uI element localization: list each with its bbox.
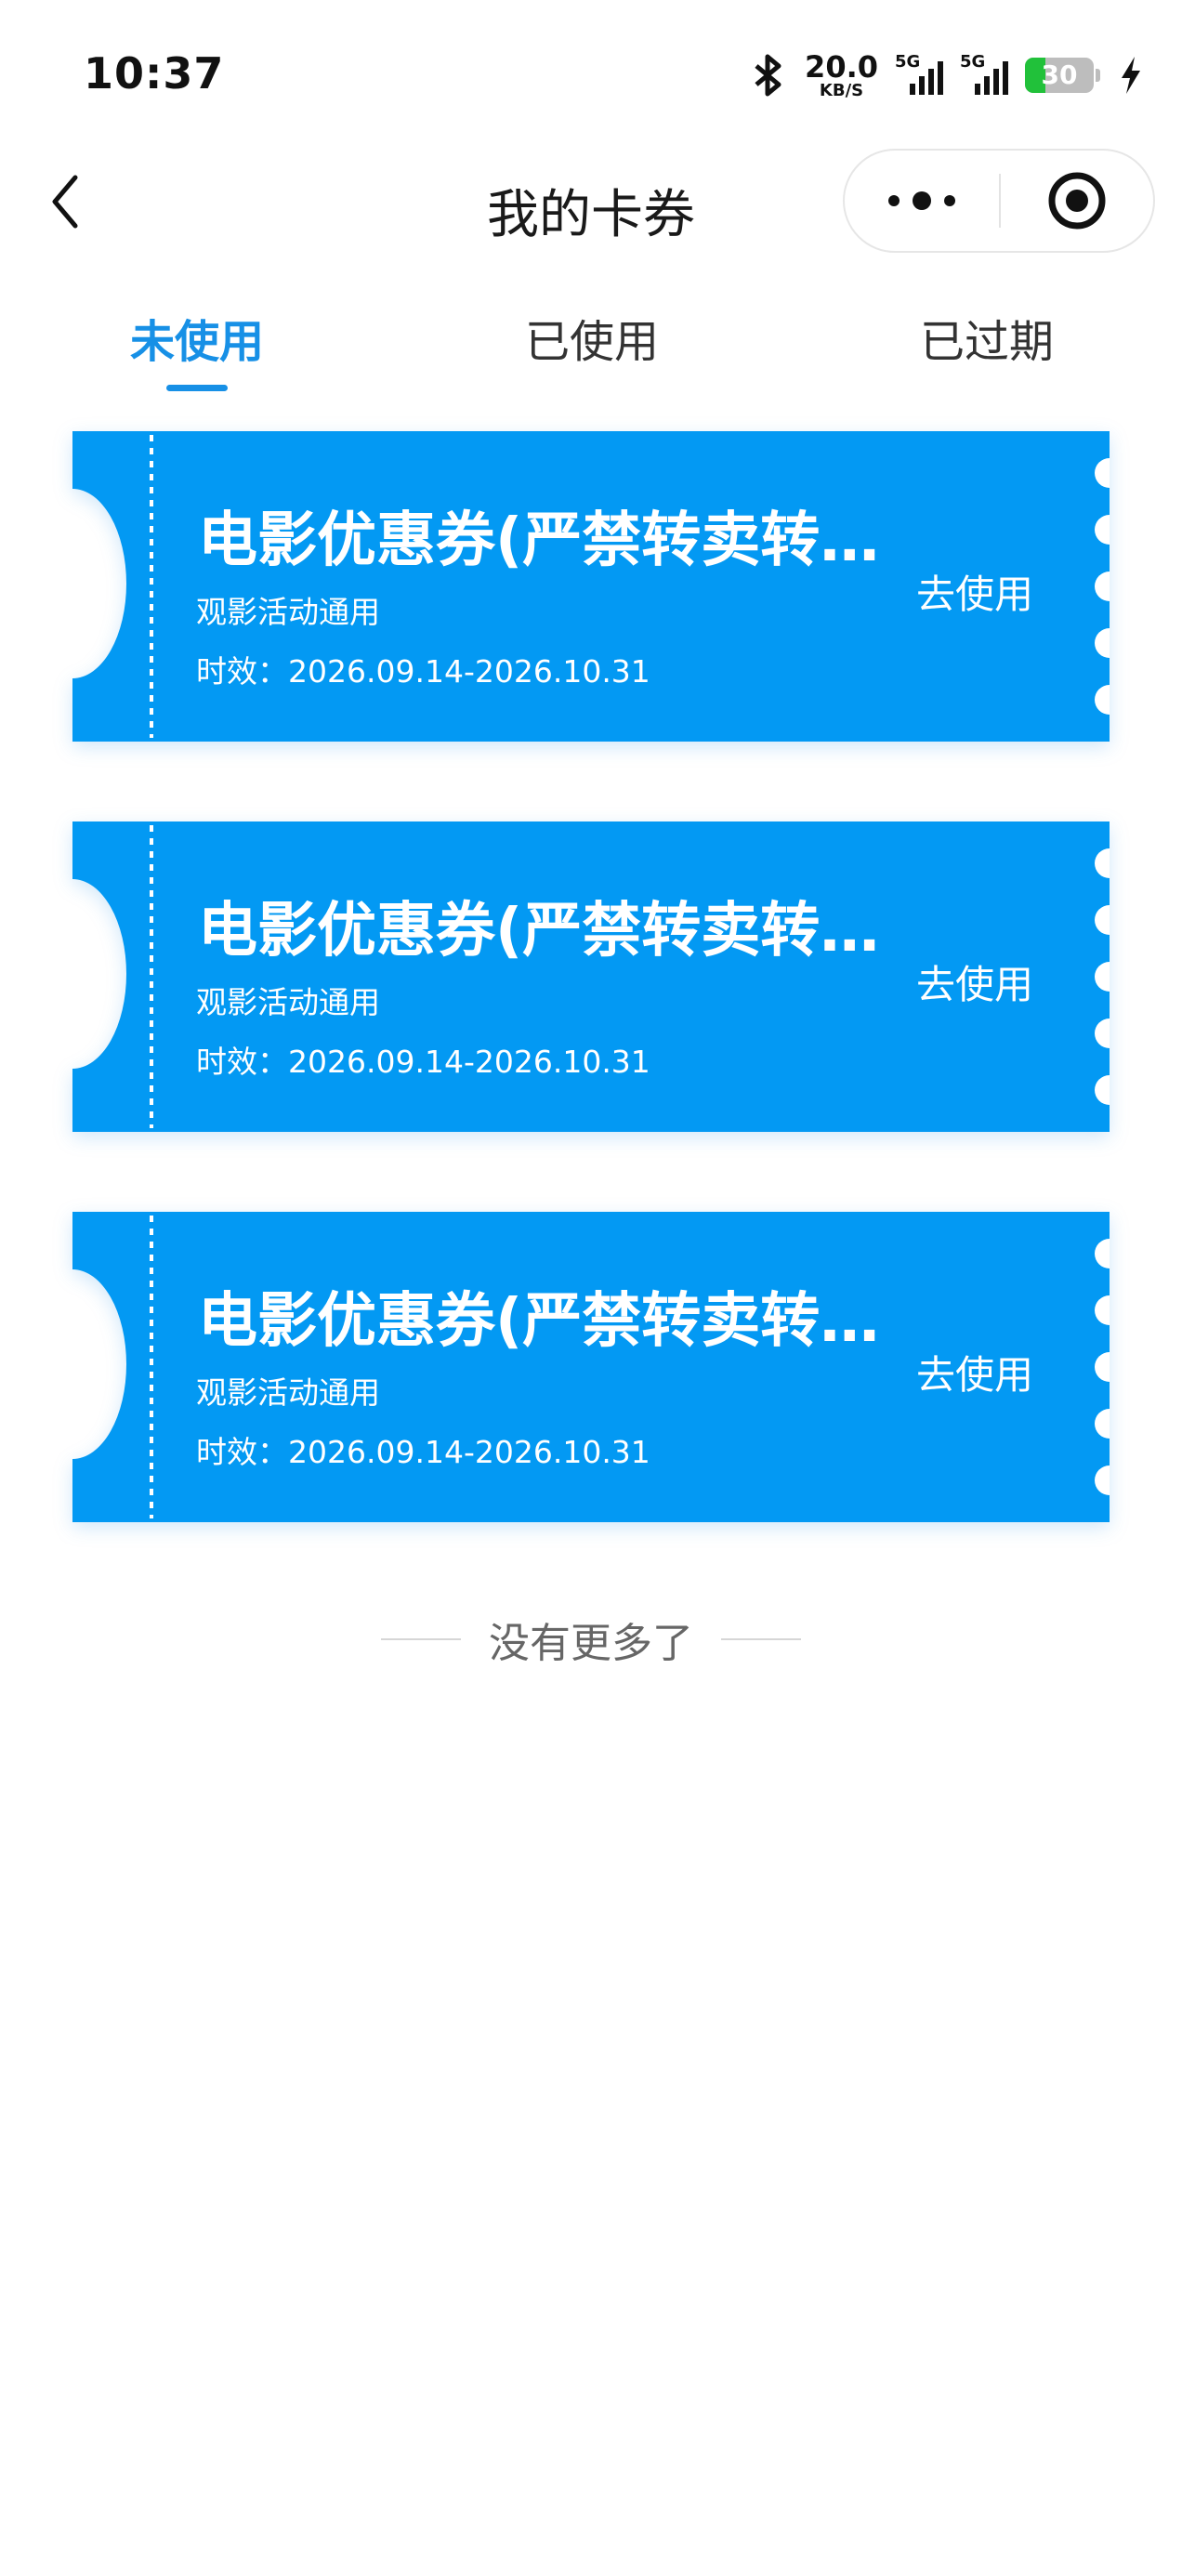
coupon-tabs: 未使用 已使用 已过期 [0, 294, 1182, 396]
coupon-description: 观影活动通用 [196, 594, 380, 630]
status-time: 10:37 [84, 48, 225, 99]
status-bar: 10:37 20.0 KB/S 5G 5G 30 [0, 0, 1182, 139]
battery-level: 30 [1041, 59, 1078, 90]
mini-program-capsule [843, 149, 1155, 253]
more-dots-icon [888, 191, 955, 210]
status-icons: 20.0 KB/S 5G 5G 30 [751, 52, 1145, 99]
bluetooth-icon [755, 54, 781, 97]
divider-line [381, 1638, 461, 1640]
coupon-validity: 时效：2026.09.14-2026.10.31 [196, 653, 650, 690]
tab-label: 已使用 [524, 316, 659, 368]
coupon-description: 观影活动通用 [196, 984, 380, 1020]
use-coupon-button[interactable]: 去使用 [916, 1344, 1033, 1400]
charging-icon [1122, 57, 1140, 94]
coupon-title: 电影优惠券(严禁转卖转… [198, 506, 880, 575]
tab-label: 已过期 [919, 316, 1054, 368]
tab-unused[interactable]: 未使用 [76, 294, 318, 396]
coupon-title: 电影优惠券(严禁转卖转… [198, 1287, 880, 1356]
coupon-card[interactable]: 电影优惠券(严禁转卖转… 观影活动通用 时效：2026.09.14-2026.1… [72, 821, 1110, 1132]
coupon-validity: 时效：2026.09.14-2026.10.31 [196, 1434, 650, 1470]
coupon-description: 观影活动通用 [196, 1374, 380, 1411]
title-bar: 我的卡券 [0, 139, 1182, 269]
coupon-card[interactable]: 电影优惠券(严禁转卖转… 观影活动通用 时效：2026.09.14-2026.1… [72, 431, 1110, 742]
use-coupon-button[interactable]: 去使用 [916, 563, 1033, 620]
tab-used[interactable]: 已使用 [471, 294, 713, 396]
tab-expired[interactable]: 已过期 [866, 294, 1108, 396]
coupon-validity: 时效：2026.09.14-2026.10.31 [196, 1044, 650, 1080]
signal-icon: 5G [895, 52, 943, 97]
network-speed-unit: KB/S [819, 80, 864, 100]
signal-icon: 5G [960, 52, 1008, 97]
coupon-card[interactable]: 电影优惠券(严禁转卖转… 观影活动通用 时效：2026.09.14-2026.1… [72, 1212, 1110, 1522]
divider-line [721, 1638, 801, 1640]
network-speed: 20.0 KB/S [805, 52, 878, 99]
target-circle-icon [1048, 172, 1106, 230]
coupon-title: 电影优惠券(严禁转卖转… [198, 897, 880, 966]
battery-icon: 30 [1025, 58, 1094, 93]
use-coupon-button[interactable]: 去使用 [916, 953, 1033, 1010]
active-tab-indicator [166, 385, 228, 391]
network-speed-value: 20.0 [805, 48, 878, 85]
more-button[interactable] [845, 151, 999, 251]
no-more-text: 没有更多了 [489, 1620, 693, 1667]
coupon-list: 电影优惠券(严禁转卖转… 观影活动通用 时效：2026.09.14-2026.1… [0, 431, 1182, 1602]
tab-label: 未使用 [129, 316, 264, 368]
close-mini-program-button[interactable] [1001, 151, 1153, 251]
list-end-indicator: 没有更多了 [0, 1610, 1182, 1669]
